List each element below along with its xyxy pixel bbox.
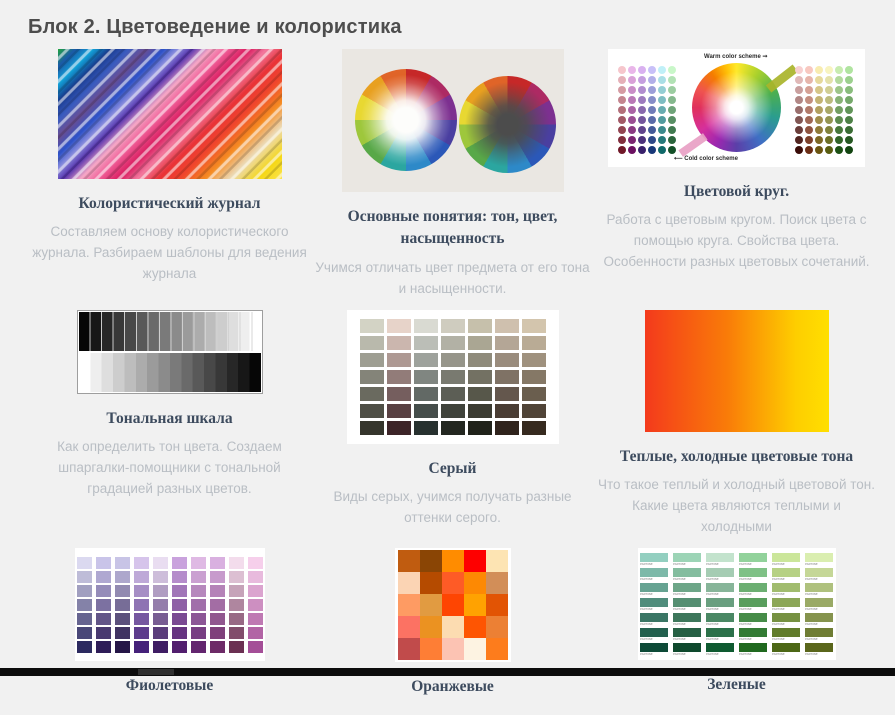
lesson-card-color-circle[interactable]: Warm color scheme ➞ ⟵ Cold color scheme …	[594, 49, 879, 300]
lesson-thumbnail-color-circle-chart[interactable]: Warm color scheme ➞ ⟵ Cold color scheme	[608, 49, 865, 167]
lesson-card-gray[interactable]: Серый Виды серых, учимся получать разные…	[311, 310, 594, 538]
lesson-card-basic-concepts[interactable]: Основные понятия: тон, цвет, насыщенност…	[311, 49, 594, 300]
gray-swatch-grid	[360, 319, 546, 435]
lesson-description: Как определить тон цвета. Создаем шпарга…	[29, 437, 311, 500]
lesson-thumbnail-color-wheels-photo[interactable]	[342, 49, 564, 192]
cold-wedge-marker	[678, 133, 707, 157]
color-wheel-tints	[355, 69, 457, 171]
lesson-thumbnail-orange-mosaic[interactable]	[395, 548, 511, 662]
lesson-thumbnail-warm-gradient[interactable]	[645, 310, 829, 432]
lesson-description: Виды серых, учимся получать разные оттен…	[312, 487, 594, 529]
lesson-thumbnail-tonal-scale[interactable]	[77, 310, 263, 394]
lesson-title[interactable]: Цветовой круг.	[684, 181, 789, 203]
cold-dots-grid	[618, 66, 676, 154]
orange-mosaic-grid	[398, 550, 508, 660]
block-title: Блок 2. Цветоведение и колористика	[28, 16, 879, 39]
lesson-card-oranges[interactable]: Оранжевые	[311, 548, 594, 705]
tonal-scale-light-to-dark	[79, 353, 261, 392]
lesson-title[interactable]: Фиолетовые	[126, 675, 214, 697]
lesson-title[interactable]: Тональная шкала	[106, 408, 232, 430]
warm-scheme-label: Warm color scheme ➞	[704, 53, 768, 60]
lesson-title[interactable]: Зеленые	[707, 674, 766, 696]
lesson-description: Работа с цветовым кругом. Поиск цвета с …	[596, 210, 878, 273]
lesson-title[interactable]: Серый	[429, 458, 477, 480]
lesson-description: Учимся отличать цвет предмета от его тон…	[312, 258, 594, 300]
window-bottom-edge	[0, 668, 895, 676]
lesson-title[interactable]: Оранжевые	[411, 676, 494, 698]
lesson-title[interactable]: Колористический журнал	[79, 193, 261, 215]
lesson-card-tonal-scale[interactable]: Тональная шкала Как определить тон цвета…	[28, 310, 311, 538]
lesson-thumbnail-pencils[interactable]	[58, 49, 282, 179]
lesson-description: Составляем основу колористического журна…	[29, 222, 311, 285]
cold-scheme-label: ⟵ Cold color scheme	[674, 155, 738, 162]
lesson-card-warm-cold-tones[interactable]: Теплые, холодные цветовые тона Что такое…	[594, 310, 879, 538]
green-pantone-grid: PANTONEPANTONEPANTONEPANTONEPANTONEPANTO…	[640, 553, 833, 656]
lesson-grid: Колористический журнал Составляем основу…	[28, 49, 879, 715]
color-wheel-shades	[459, 76, 556, 173]
lesson-thumbnail-green-pantone[interactable]: PANTONEPANTONEPANTONEPANTONEPANTONEPANTO…	[638, 548, 836, 660]
lesson-card-coloristic-journal[interactable]: Колористический журнал Составляем основу…	[28, 49, 311, 300]
lesson-card-greens[interactable]: PANTONEPANTONEPANTONEPANTONEPANTONEPANTO…	[594, 548, 879, 705]
lesson-title[interactable]: Основные понятия: тон, цвет, насыщенност…	[328, 206, 578, 251]
warm-dots-grid	[795, 66, 853, 154]
lesson-description: Что такое теплый и холодный цветовой тон…	[596, 475, 878, 538]
taskbar-segment	[138, 669, 174, 675]
lesson-title[interactable]: Теплые, холодные цветовые тона	[620, 446, 853, 468]
lesson-thumbnail-gray-swatches[interactable]	[347, 310, 559, 444]
lesson-card-violets[interactable]: Фиолетовые	[28, 548, 311, 705]
course-page: Блок 2. Цветоведение и колористика Колор…	[0, 0, 895, 715]
purple-swatch-grid	[77, 557, 263, 653]
tonal-scale-dark-to-light	[79, 312, 261, 351]
lesson-thumbnail-purple-swatches[interactable]	[75, 548, 265, 661]
